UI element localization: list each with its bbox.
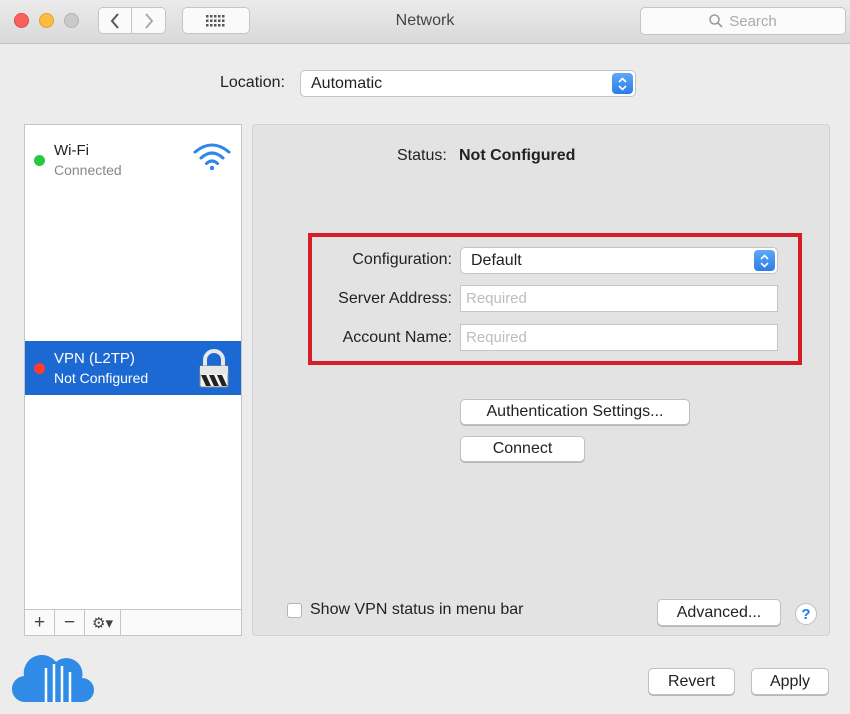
configuration-select[interactable]: Default bbox=[460, 247, 778, 274]
detail-panel bbox=[252, 124, 830, 636]
sidebar-toolbar: + − ⚙▾ bbox=[25, 609, 241, 635]
location-label: Location: bbox=[220, 74, 285, 91]
service-status: Not Configured bbox=[54, 370, 149, 386]
status-value: Not Configured bbox=[459, 147, 576, 164]
advanced-button[interactable]: Advanced... bbox=[657, 599, 781, 626]
remove-service-button[interactable]: − bbox=[55, 610, 85, 635]
updown-icon bbox=[754, 250, 775, 271]
location-value: Automatic bbox=[311, 75, 383, 92]
status-dot bbox=[34, 155, 45, 166]
account-name-input[interactable] bbox=[460, 324, 778, 351]
authentication-settings-button[interactable]: Authentication Settings... bbox=[460, 399, 690, 425]
status-dot bbox=[34, 363, 45, 374]
lock-icon bbox=[199, 349, 229, 388]
service-item-wifi[interactable]: Wi-Fi Connected bbox=[25, 133, 241, 187]
location-select[interactable]: Automatic bbox=[300, 70, 636, 97]
cloud-logo-icon bbox=[12, 655, 94, 703]
show-vpn-status-label: Show VPN status in menu bar bbox=[310, 601, 524, 618]
help-button[interactable]: ? bbox=[795, 603, 817, 625]
service-name: Wi-Fi bbox=[54, 142, 89, 159]
title-bar: Network Search bbox=[0, 0, 850, 44]
server-address-label: Server Address: bbox=[338, 290, 452, 307]
configuration-label: Configuration: bbox=[352, 251, 452, 268]
service-name: VPN (L2TP) bbox=[54, 350, 135, 367]
add-service-button[interactable]: + bbox=[25, 610, 55, 635]
search-icon bbox=[709, 14, 723, 28]
search-placeholder: Search bbox=[729, 12, 777, 30]
show-vpn-status-row: Show VPN status in menu bar bbox=[287, 601, 523, 619]
service-status: Connected bbox=[54, 162, 122, 178]
search-field[interactable]: Search bbox=[640, 7, 846, 35]
revert-button[interactable]: Revert bbox=[648, 668, 735, 695]
gear-icon[interactable]: ⚙▾ bbox=[85, 610, 121, 635]
apply-button[interactable]: Apply bbox=[751, 668, 829, 695]
connect-button[interactable]: Connect bbox=[460, 436, 585, 462]
service-item-vpn[interactable]: VPN (L2TP) Not Configured bbox=[25, 341, 241, 395]
status-label: Status: bbox=[397, 147, 447, 164]
configuration-value: Default bbox=[471, 252, 522, 269]
server-address-input[interactable] bbox=[460, 285, 778, 312]
service-list: Wi-Fi Connected VPN (L2TP) Not Configure… bbox=[24, 124, 242, 636]
show-vpn-status-checkbox[interactable] bbox=[287, 602, 302, 618]
updown-icon bbox=[612, 73, 633, 94]
account-name-label: Account Name: bbox=[342, 329, 452, 346]
wifi-icon bbox=[193, 143, 231, 171]
